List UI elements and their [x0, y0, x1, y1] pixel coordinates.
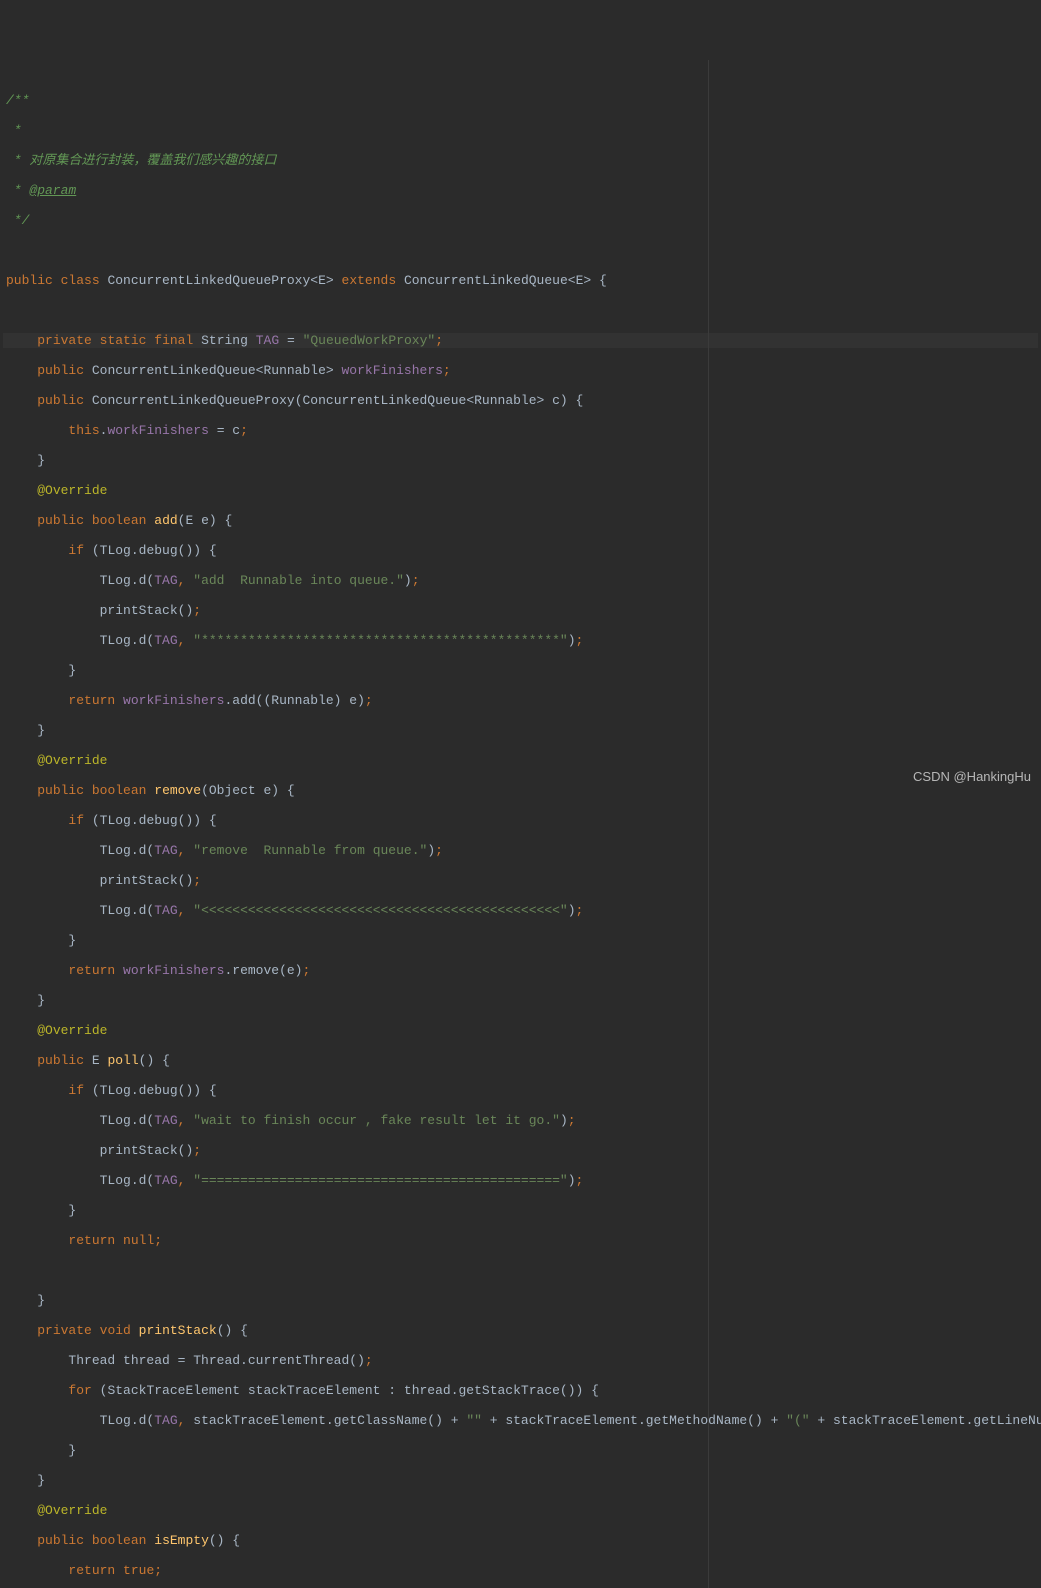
code-line: public E poll() {	[3, 1053, 1038, 1068]
right-margin-guide	[708, 60, 709, 1588]
code-line: this.workFinishers = c;	[3, 423, 1038, 438]
code-line	[3, 1263, 1038, 1278]
code-line: for (StackTraceElement stackTraceElement…	[3, 1383, 1038, 1398]
code-line: public ConcurrentLinkedQueueProxy(Concur…	[3, 393, 1038, 408]
code-line: if (TLog.debug()) {	[3, 813, 1038, 828]
code-line: TLog.d(TAG, "<<<<<<<<<<<<<<<<<<<<<<<<<<<…	[3, 903, 1038, 918]
watermark: CSDN @HankingHu	[913, 769, 1031, 784]
code-line: Thread thread = Thread.currentThread();	[3, 1353, 1038, 1368]
code-line: public class ConcurrentLinkedQueueProxy<…	[3, 273, 1038, 288]
code-line: * 对原集合进行封装，覆盖我们感兴趣的接口	[3, 153, 1038, 168]
code-line: return workFinishers.add((Runnable) e);	[3, 693, 1038, 708]
code-line: }	[3, 723, 1038, 738]
code-line: private static final String TAG = "Queue…	[3, 333, 1038, 348]
code-line: }	[3, 1473, 1038, 1488]
code-editor[interactable]: /** * * 对原集合进行封装，覆盖我们感兴趣的接口 * @param */ …	[0, 60, 1041, 1588]
code-line: public boolean remove(Object e) {	[3, 783, 1038, 798]
code-line: TLog.d(TAG, "***************************…	[3, 633, 1038, 648]
code-line: TLog.d(TAG, "===========================…	[3, 1173, 1038, 1188]
code-line: }	[3, 1293, 1038, 1308]
code-line: }	[3, 993, 1038, 1008]
code-line: }	[3, 663, 1038, 678]
code-line	[3, 243, 1038, 258]
code-line: @Override	[3, 1023, 1038, 1038]
code-line: printStack();	[3, 603, 1038, 618]
code-line: @Override	[3, 1503, 1038, 1518]
code-line: return true;	[3, 1563, 1038, 1578]
code-line: if (TLog.debug()) {	[3, 543, 1038, 558]
code-line: printStack();	[3, 1143, 1038, 1158]
code-line: if (TLog.debug()) {	[3, 1083, 1038, 1098]
code-line: }	[3, 933, 1038, 948]
code-line: TLog.d(TAG, "wait to finish occur , fake…	[3, 1113, 1038, 1128]
code-line: TLog.d(TAG, stackTraceElement.getClassNa…	[3, 1413, 1038, 1428]
code-line: @Override	[3, 483, 1038, 498]
code-line: }	[3, 453, 1038, 468]
code-line: public ConcurrentLinkedQueue<Runnable> w…	[3, 363, 1038, 378]
code-line: private void printStack() {	[3, 1323, 1038, 1338]
code-line: return null;	[3, 1233, 1038, 1248]
code-line: */	[3, 213, 1038, 228]
code-line	[3, 303, 1038, 318]
code-line: }	[3, 1443, 1038, 1458]
code-line: public boolean add(E e) {	[3, 513, 1038, 528]
code-line: *	[3, 123, 1038, 138]
code-line: }	[3, 1203, 1038, 1218]
code-line: printStack();	[3, 873, 1038, 888]
code-line: TLog.d(TAG, "remove Runnable from queue.…	[3, 843, 1038, 858]
code-line: public boolean isEmpty() {	[3, 1533, 1038, 1548]
code-line: @Override	[3, 753, 1038, 768]
code-line: * @param	[3, 183, 1038, 198]
code-line: TLog.d(TAG, "add Runnable into queue.");	[3, 573, 1038, 588]
code-line: /**	[3, 93, 1038, 108]
code-line: return workFinishers.remove(e);	[3, 963, 1038, 978]
